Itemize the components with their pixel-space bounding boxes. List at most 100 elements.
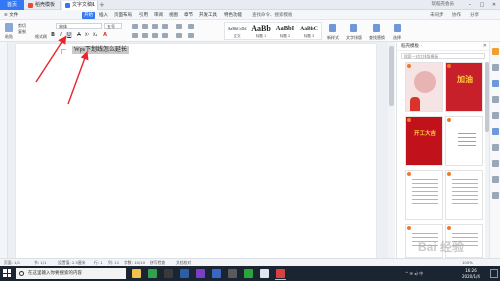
command-search[interactable]: 查找命令、搜索模板	[250, 12, 295, 19]
new-tab-button[interactable]: +	[99, 0, 105, 10]
brush-tool-icon[interactable]	[492, 96, 499, 103]
file-explorer-icon[interactable]	[132, 269, 141, 278]
cut-button[interactable]: 剪切	[18, 23, 36, 28]
bullet-list-icon[interactable]	[132, 24, 138, 29]
menu-references[interactable]: 引用	[137, 12, 150, 19]
menu-features[interactable]: 特色功能	[222, 12, 244, 19]
wechat-icon[interactable]	[244, 269, 253, 278]
tab-docer-templates[interactable]: 稻壳模板	[25, 1, 61, 10]
font-color-button[interactable]: A	[102, 32, 108, 38]
select-button[interactable]: 选择	[390, 35, 404, 40]
template-card[interactable]	[405, 62, 443, 112]
template-card[interactable]	[405, 170, 443, 220]
photoshop-icon[interactable]	[180, 269, 189, 278]
superscript-button[interactable]: X²	[84, 32, 90, 38]
chart-tool-icon[interactable]	[492, 144, 499, 151]
strikethrough-button[interactable]: A	[76, 32, 82, 38]
app-icon[interactable]	[228, 269, 237, 278]
new-style-button[interactable]: 新样式	[324, 35, 342, 40]
app-icon[interactable]	[164, 269, 173, 278]
menu-chapter[interactable]: 章节	[182, 12, 195, 19]
style-heading-1[interactable]: AaBb 标题 1	[249, 24, 273, 40]
find-replace-button[interactable]: 查找替换	[366, 35, 388, 40]
style-normal[interactable]: AaBbCcDd 正文	[225, 24, 249, 40]
number-list-icon[interactable]	[142, 24, 148, 29]
bold-button[interactable]: B	[50, 32, 56, 38]
template-card[interactable]: 开工大吉	[405, 116, 443, 166]
wps-icon[interactable]	[276, 269, 285, 278]
font-size-select[interactable]: 五号	[104, 23, 122, 29]
template-tool-icon[interactable]	[492, 48, 499, 55]
share-button[interactable]: 分享	[470, 12, 479, 19]
template-card[interactable]	[445, 170, 483, 220]
scrollbar-thumb[interactable]	[389, 46, 394, 106]
font-name-select[interactable]: 宋体	[56, 23, 102, 29]
italic-button[interactable]: I	[58, 32, 64, 38]
maximize-button[interactable]: □	[476, 0, 488, 10]
outdent-icon[interactable]	[162, 24, 168, 29]
system-tray[interactable]: ^ ✉ ◂) 中	[405, 266, 423, 281]
find-replace-icon[interactable]	[373, 24, 380, 32]
close-tab-icon[interactable]: ×	[91, 1, 95, 10]
paste-icon[interactable]	[5, 23, 13, 32]
taskbar-search-input[interactable]: 在这里输入你要搜索的内容	[16, 268, 126, 279]
justify-icon[interactable]	[162, 33, 168, 38]
panel-close-icon[interactable]: ✕	[483, 42, 487, 51]
line-spacing-icon[interactable]	[176, 24, 182, 29]
select-icon[interactable]	[394, 24, 401, 32]
menu-home[interactable]: 开始	[82, 12, 95, 19]
menu-insert[interactable]: 插入	[97, 12, 110, 19]
align-left-icon[interactable]	[132, 33, 138, 38]
premiere-icon[interactable]	[196, 269, 205, 278]
menu-developer[interactable]: 开发工具	[197, 12, 219, 19]
tab-document[interactable]: 文字文稿1 ×	[62, 1, 98, 10]
align-right-icon[interactable]	[152, 33, 158, 38]
align-center-icon[interactable]	[142, 33, 148, 38]
share-tool-icon[interactable]	[492, 80, 499, 87]
style-heading-2[interactable]: AaBbI 标题 2	[273, 24, 297, 40]
menu-page-layout[interactable]: 页面布局	[112, 12, 134, 19]
template-search-input[interactable]: 搜索一对比排版模板	[401, 53, 485, 59]
taskbar-clock[interactable]: 16:26 2020/1/4	[458, 268, 484, 279]
member-login[interactable]: 玩稻壳会员	[432, 0, 455, 10]
adjust-tool-icon[interactable]	[492, 112, 499, 119]
minimize-button[interactable]: –	[464, 0, 476, 10]
document-scrollbar[interactable]	[388, 42, 395, 258]
selected-text[interactable]: Wps下划线怎么延长	[72, 46, 129, 54]
close-window-button[interactable]: ✕	[488, 0, 500, 10]
menu-review[interactable]: 审阅	[152, 12, 165, 19]
indent-icon[interactable]	[152, 24, 158, 29]
word-icon[interactable]	[212, 269, 221, 278]
browser-icon[interactable]	[148, 269, 157, 278]
sync-status[interactable]: 未同步	[430, 12, 444, 19]
underline-button[interactable]: U	[66, 32, 72, 38]
file-menu[interactable]: ≡ 文件	[2, 12, 20, 19]
text-layout-icon[interactable]	[350, 24, 357, 32]
settings-tool-icon[interactable]	[492, 176, 499, 183]
image-tool-icon[interactable]	[492, 128, 499, 135]
table-tool-icon[interactable]	[492, 160, 499, 167]
sort-icon[interactable]	[188, 24, 194, 29]
style-heading-3[interactable]: AaBbC 标题 3	[297, 24, 321, 40]
vip-badge-icon	[407, 172, 411, 176]
home-tab[interactable]: 首页	[0, 0, 24, 10]
document-page[interactable]: Wps下划线怎么延长	[16, 44, 376, 258]
active-app-indicator	[275, 279, 286, 280]
border-icon[interactable]	[176, 33, 182, 38]
notification-icon[interactable]	[490, 269, 498, 278]
margin-corner-mark	[61, 49, 66, 54]
shading-icon[interactable]	[188, 33, 194, 38]
help-tool-icon[interactable]	[492, 192, 499, 199]
subscript-button[interactable]: X₂	[92, 32, 98, 38]
vip-badge-icon	[407, 118, 411, 122]
menu-view[interactable]: 视图	[167, 12, 180, 19]
text-layout-button[interactable]: 文字排版	[344, 35, 364, 40]
cursor-tool-icon[interactable]	[492, 64, 499, 71]
format-painter-button[interactable]: 格式刷	[34, 34, 48, 39]
new-style-icon[interactable]	[329, 24, 336, 32]
template-card[interactable]: 加油	[445, 62, 483, 112]
windows-start-icon[interactable]	[3, 269, 11, 277]
collaborate-button[interactable]: 协作	[452, 12, 461, 19]
app-icon[interactable]	[260, 269, 269, 278]
template-card[interactable]	[445, 116, 483, 166]
